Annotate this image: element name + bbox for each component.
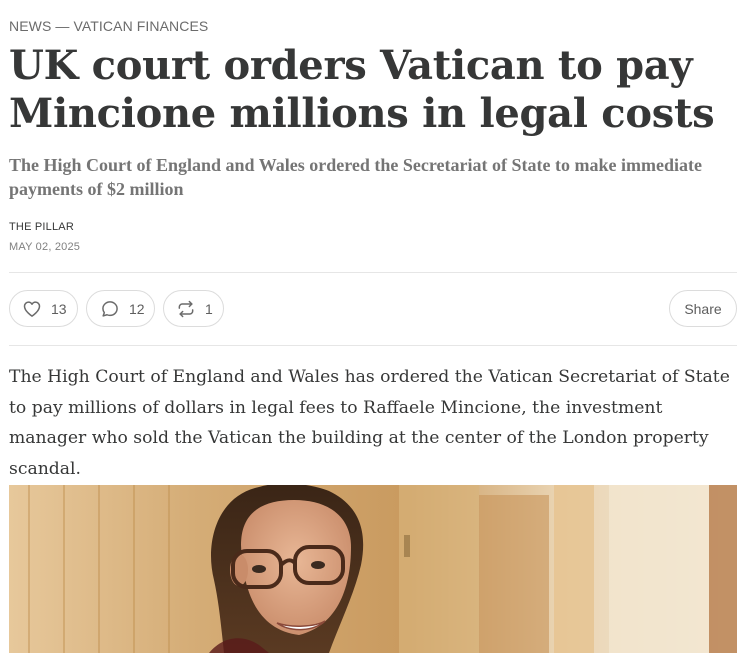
comment-bubble-icon [100,299,120,319]
post-actions-bar: 13 12 1 Share [9,290,737,329]
article-subtitle: The High Court of England and Wales orde… [9,155,702,199]
section-label[interactable]: NEWS — VATICAN FINANCES [9,18,208,34]
share-button[interactable]: Share [669,290,737,327]
divider [9,345,737,346]
heart-icon [22,299,42,319]
page-title: UK court orders Vatican to pay Mincione … [9,42,715,137]
article-photo-image [9,485,737,653]
article-photo[interactable] [9,485,737,653]
article-body-paragraph: The High Court of England and Wales has … [9,367,730,479]
share-label: Share [684,300,722,317]
divider [9,272,737,273]
comment-button[interactable]: 12 [86,290,155,327]
restack-button[interactable]: 1 [163,290,224,327]
like-count: 13 [51,300,67,317]
byline: THE PILLAR MAY 02, 2025 [9,220,80,254]
like-button[interactable]: 13 [9,290,78,327]
restack-arrows-icon [176,299,196,319]
comment-count: 12 [129,300,145,317]
publish-date: MAY 02, 2025 [9,241,81,253]
restack-count: 1 [205,300,213,317]
author-name[interactable]: THE PILLAR [9,220,80,234]
